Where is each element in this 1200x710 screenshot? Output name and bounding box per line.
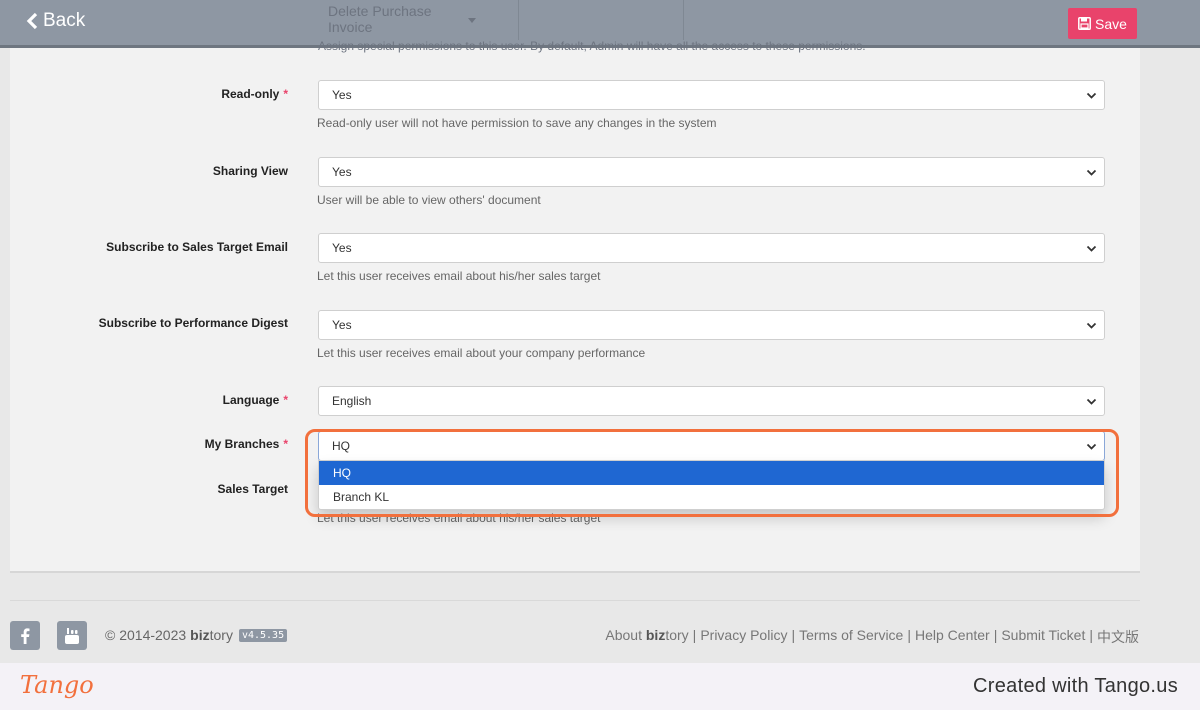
separator: | [791, 627, 796, 643]
footer-link-chinese[interactable]: 中文版 [1097, 627, 1139, 647]
language-value: English [332, 394, 372, 408]
sales-target-email-select[interactable]: Yes [318, 233, 1105, 263]
footer-link-privacy[interactable]: Privacy Policy [700, 627, 787, 647]
back-button[interactable]: Back [25, 10, 85, 32]
chevron-down-icon [1086, 322, 1097, 329]
tango-logo: Tango [20, 671, 94, 699]
required-marker: * [283, 437, 288, 451]
footer-link-help[interactable]: Help Center [915, 627, 990, 647]
read-only-label: Read-only * [221, 87, 288, 101]
youtube-button[interactable] [57, 621, 87, 650]
separator: | [907, 627, 911, 643]
sales-target-email-label: Subscribe to Sales Target Email [106, 240, 288, 254]
read-only-help: Read-only user will not have permission … [317, 116, 717, 130]
separator: | [993, 627, 998, 643]
footer-link-about[interactable]: About biztory [605, 627, 688, 647]
footer-link-terms[interactable]: Terms of Service [799, 627, 903, 647]
my-branches-select[interactable]: HQ [318, 431, 1105, 461]
my-branches-value: HQ [332, 439, 350, 453]
chevron-down-icon [1086, 443, 1097, 450]
sales-target-email-value: Yes [332, 241, 352, 255]
separator: | [1089, 627, 1093, 643]
version-badge: v4.5.35 [238, 628, 288, 642]
chevron-down-icon [1086, 169, 1097, 176]
tango-credit: Created with Tango.us [973, 675, 1178, 697]
facebook-button[interactable] [10, 621, 40, 650]
chevron-down-icon [1086, 398, 1097, 405]
floppy-disk-icon [1078, 17, 1091, 30]
sharing-view-select[interactable]: Yes [318, 157, 1105, 187]
branch-option-kl[interactable]: Branch KL [319, 485, 1104, 509]
brand-name: biztory [190, 627, 233, 643]
chevron-down-icon [1086, 92, 1097, 99]
permission-select-value: Delete Purchase Invoice [328, 3, 432, 35]
performance-digest-label: Subscribe to Performance Digest [98, 316, 288, 330]
caret-down-icon [468, 18, 476, 23]
sales-target-email-help: Let this user receives email about his/h… [317, 269, 601, 283]
tango-watermark-bar: Tango Created with Tango.us [0, 663, 1200, 710]
performance-digest-select[interactable]: Yes [318, 310, 1105, 340]
sales-target-help: Let this user receives email about his/h… [317, 511, 601, 525]
my-branches-label: My Branches * [204, 437, 288, 451]
back-button-label: Back [43, 10, 86, 31]
branch-option-hq[interactable]: HQ [319, 461, 1104, 485]
save-button-label: Save [1095, 15, 1127, 32]
sharing-view-label: Sharing View [212, 164, 288, 178]
permission-select[interactable]: Delete Purchase Invoice [318, 0, 486, 40]
performance-digest-help: Let this user receives email about your … [317, 346, 646, 360]
required-marker: * [283, 393, 288, 407]
copyright-text: © 2014-2023 [105, 627, 187, 643]
branches-dropdown-list: HQ Branch KL [318, 460, 1105, 510]
read-only-select[interactable]: Yes [318, 80, 1105, 110]
chevron-left-icon [26, 12, 38, 30]
performance-digest-value: Yes [332, 318, 352, 332]
sharing-view-help: User will be able to view others' docume… [317, 193, 541, 207]
footer-divider [10, 600, 1140, 601]
language-select[interactable]: English [318, 386, 1105, 416]
language-label: Language * [222, 393, 288, 407]
youtube-icon [65, 627, 79, 644]
top-bar: Delete Purchase Invoice Assign special p… [0, 0, 1200, 53]
required-marker: * [283, 87, 288, 101]
footer-links: About biztory | Privacy Policy | Terms o… [605, 627, 1139, 647]
save-button[interactable]: Save [1068, 8, 1137, 39]
permission-input-box[interactable] [518, 0, 684, 40]
facebook-icon [21, 627, 30, 644]
chevron-down-icon [1086, 245, 1097, 252]
read-only-value: Yes [332, 88, 352, 102]
footer-link-ticket[interactable]: Submit Ticket [1001, 627, 1085, 647]
sales-target-label: Sales Target [217, 482, 288, 496]
sharing-view-value: Yes [332, 165, 352, 179]
copyright: © 2014-2023 biztory v4.5.35 [105, 627, 288, 643]
permission-help-text: Assign special permissions to this user.… [318, 39, 866, 53]
separator: | [692, 627, 697, 643]
